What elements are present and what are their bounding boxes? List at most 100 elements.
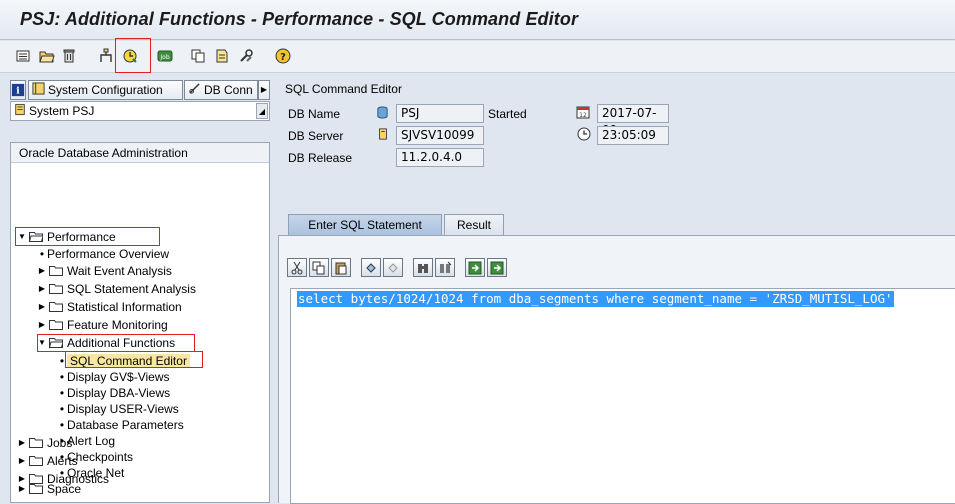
editor-section-header: SQL Command Editor <box>278 78 955 98</box>
system-selector[interactable]: System PSJ ◢ <box>10 101 270 121</box>
db-name-field: PSJ <box>396 104 484 123</box>
save-file-icon[interactable] <box>487 258 507 277</box>
folder-icon <box>29 453 43 466</box>
bullet-icon: • <box>39 247 45 261</box>
svg-text:?: ? <box>280 52 286 63</box>
tab-system-configuration[interactable]: System Configuration <box>28 80 183 100</box>
svg-text:i: i <box>16 86 20 97</box>
database-icon <box>376 106 389 122</box>
copy-icon[interactable] <box>309 258 329 277</box>
tab-result[interactable]: Result <box>444 214 504 236</box>
tree-node-statistical-information[interactable]: ▶ Statistical Information <box>37 298 182 316</box>
tree-label-wait-event-analysis: Wait Event Analysis <box>67 264 172 278</box>
folder-icon <box>49 299 63 312</box>
folder-icon <box>29 471 43 484</box>
application-toolbar: Job ? <box>0 38 955 73</box>
chevron-right-icon: ▶ <box>260 85 268 94</box>
tree-node-alerts[interactable]: ▶ Alerts <box>17 452 78 470</box>
tree-label-sql-statement-analysis: SQL Statement Analysis <box>67 282 196 296</box>
performance-highlight <box>15 227 160 246</box>
tree-label-display-user-views: Display USER-Views <box>67 402 179 416</box>
list-icon[interactable] <box>14 47 32 65</box>
tree-node-diagnostics[interactable]: ▶ Diagnostics <box>17 470 109 488</box>
tools-icon[interactable] <box>237 47 255 65</box>
collapsed-arrow-icon[interactable]: ▶ <box>17 434 27 452</box>
server-icon <box>377 127 389 144</box>
sql-statement-text[interactable]: select bytes/1024/1024 from dba_segments… <box>297 291 894 307</box>
db-release-field: 11.2.0.4.0 <box>396 148 484 167</box>
cut-icon[interactable] <box>287 258 307 277</box>
folder-icon <box>49 281 63 294</box>
tab-enter-sql-statement-label: Enter SQL Statement <box>308 218 422 232</box>
tree-icon[interactable] <box>97 47 115 65</box>
tree-node-wait-event-analysis[interactable]: ▶ Wait Event Analysis <box>37 262 172 280</box>
tree-label-alerts: Alerts <box>47 454 78 468</box>
tree-node-sql-statement-analysis[interactable]: ▶ SQL Statement Analysis <box>37 280 196 298</box>
tab-db-connection[interactable]: DB Conn <box>184 80 258 100</box>
editor-tabstrip: Enter SQL Statement Result <box>278 214 955 236</box>
panel-splitter[interactable] <box>272 78 276 503</box>
db-release-label: DB Release <box>288 151 353 165</box>
tab-system-configuration-label: System Configuration <box>48 83 163 97</box>
job-icon[interactable]: Job <box>156 47 174 65</box>
find-next-icon[interactable] <box>435 258 455 277</box>
tree-label-database-parameters: Database Parameters <box>67 418 184 432</box>
tab-result-label: Result <box>456 218 491 232</box>
collapsed-arrow-icon[interactable]: ▶ <box>17 452 27 470</box>
calendar-icon: 12 <box>576 105 590 122</box>
collapsed-arrow-icon[interactable]: ▶ <box>17 470 27 488</box>
redo-icon[interactable] <box>383 258 403 277</box>
find-icon[interactable] <box>413 258 433 277</box>
help-icon[interactable]: ? <box>274 47 292 65</box>
svg-text:12: 12 <box>579 112 587 119</box>
copy-icon[interactable] <box>189 47 207 65</box>
folder-icon <box>49 317 63 330</box>
folder-icon <box>49 263 63 276</box>
system-label: System PSJ <box>29 104 95 118</box>
info-icon: i <box>11 83 25 97</box>
info-button[interactable]: i <box>10 80 26 100</box>
right-panel: SQL Command Editor DB Name PSJ Started 1… <box>278 78 955 504</box>
load-file-icon[interactable] <box>465 258 485 277</box>
title-bar: PSJ: Additional Functions - Performance … <box>0 0 955 40</box>
system-icon <box>14 103 26 120</box>
sql-command-editor-highlight <box>65 351 203 368</box>
tree-label-alert-log: Alert Log <box>67 434 116 448</box>
collapsed-arrow-icon[interactable]: ▶ <box>37 262 47 280</box>
db-name-label: DB Name <box>288 107 341 121</box>
db-server-field: SJVSV10099 <box>396 126 484 145</box>
tree-node-performance-overview[interactable]: • Performance Overview <box>37 245 169 263</box>
collapsed-arrow-icon[interactable]: ▶ <box>37 298 47 316</box>
tree-label-display-gv-views: Display GV$-Views <box>67 370 170 384</box>
sql-script-icon[interactable] <box>213 47 231 65</box>
open-folder-icon[interactable] <box>38 47 56 65</box>
tab-db-connection-label: DB Conn <box>204 83 253 97</box>
sql-text-editor[interactable]: select bytes/1024/1024 from dba_segments… <box>290 288 955 504</box>
db-connection-icon <box>188 82 201 99</box>
tree-label-diagnostics: Diagnostics <box>47 472 110 486</box>
clock-icon <box>577 127 591 144</box>
collapsed-arrow-icon[interactable]: ▶ <box>37 280 47 298</box>
system-config-icon <box>32 82 45 99</box>
nav-tree-header: Oracle Database Administration <box>11 143 269 163</box>
collapsed-arrow-icon[interactable]: ▶ <box>37 316 47 334</box>
tree-label-display-dba-views: Display DBA-Views <box>67 386 171 400</box>
additional-functions-highlight <box>37 334 195 352</box>
undo-icon[interactable] <box>361 258 381 277</box>
tab-scroll-right-button[interactable]: ▶ <box>258 80 270 100</box>
sql-editor-area: select bytes/1024/1024 from dba_segments… <box>278 235 955 504</box>
trash-icon[interactable] <box>60 47 78 65</box>
started-time-field: 23:05:09 <box>597 126 669 145</box>
tree-label-feature-monitoring: Feature Monitoring <box>67 318 168 332</box>
folder-icon <box>29 435 43 448</box>
paste-icon[interactable] <box>331 258 351 277</box>
tab-enter-sql-statement[interactable]: Enter SQL Statement <box>288 214 442 236</box>
db-server-label: DB Server <box>288 129 344 143</box>
resize-icon[interactable]: ◢ <box>256 103 268 119</box>
started-label: Started <box>488 107 527 121</box>
tree-label-statistical-information: Statistical Information <box>67 300 182 314</box>
tree-node-feature-monitoring[interactable]: ▶ Feature Monitoring <box>37 316 168 334</box>
refresh-clock-icon[interactable] <box>121 47 139 65</box>
tree-node-jobs[interactable]: ▶ Jobs <box>17 434 72 452</box>
tree-label-jobs: Jobs <box>47 436 73 450</box>
